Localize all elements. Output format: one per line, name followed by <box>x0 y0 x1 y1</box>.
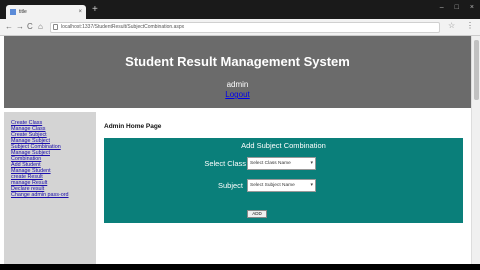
home-icon[interactable]: ⌂ <box>38 21 43 33</box>
admin-sidebar: Create Class Manage Class Create Subject… <box>4 112 96 264</box>
browser-tab-bar: title × + – □ × <box>0 0 480 19</box>
admin-name: admin <box>226 80 249 89</box>
page-title: Admin Home Page <box>104 123 162 130</box>
back-icon[interactable]: ← <box>5 21 13 33</box>
window-controls: – □ × <box>440 4 474 11</box>
minimize-icon[interactable]: – <box>440 4 444 11</box>
browser-toolbar: ← → C ⌂ localhost:1337/StudentResult/Sub… <box>0 19 480 36</box>
subject-label: Subject <box>217 181 243 190</box>
sidebar-item-change-password[interactable]: Change admin pass-ord <box>11 192 96 198</box>
favicon-icon <box>10 9 16 15</box>
panel-title: Add Subject Combination <box>241 141 326 150</box>
select-class-label: Select Class <box>204 159 246 168</box>
browser-tab[interactable]: title × <box>6 5 86 19</box>
new-tab-button[interactable]: + <box>92 5 98 15</box>
site-header: Student Result Management System admin L… <box>4 36 471 108</box>
close-window-icon[interactable]: × <box>470 4 474 11</box>
address-bar[interactable]: localhost:1337/StudentResult/SubjectComb… <box>50 22 440 33</box>
chevron-down-icon: ▾ <box>310 182 313 188</box>
vertical-scrollbar[interactable] <box>471 36 480 264</box>
url-text: localhost:1337/StudentResult/SubjectComb… <box>61 24 185 30</box>
page-viewport: Student Result Management System admin L… <box>0 36 471 264</box>
add-button[interactable]: ADD <box>247 210 267 218</box>
browser-menu-icon[interactable]: ⋮ <box>466 21 474 30</box>
scrollbar-thumb[interactable] <box>474 40 479 100</box>
reload-icon[interactable]: C <box>27 21 33 33</box>
bookmark-star-icon[interactable]: ☆ <box>448 21 455 30</box>
screen-bottom-edge <box>0 264 480 270</box>
maximize-icon[interactable]: □ <box>455 4 459 11</box>
tab-title: title <box>19 9 27 15</box>
subject-combination-panel: Add Subject Combination Select Class Sel… <box>104 138 463 223</box>
class-select-value: Select Class Name <box>250 161 291 166</box>
chevron-down-icon: ▾ <box>310 160 313 166</box>
forward-icon[interactable]: → <box>16 21 24 33</box>
class-select[interactable]: Select Class Name ▾ <box>247 157 316 170</box>
subject-select[interactable]: Select Subject Name ▾ <box>247 179 316 192</box>
logout-link[interactable]: Logout <box>4 90 471 99</box>
subject-select-value: Select Subject Name <box>250 183 295 188</box>
site-title: Student Result Management System <box>125 54 350 69</box>
close-tab-icon[interactable]: × <box>78 9 82 15</box>
page-info-icon[interactable] <box>53 24 58 30</box>
